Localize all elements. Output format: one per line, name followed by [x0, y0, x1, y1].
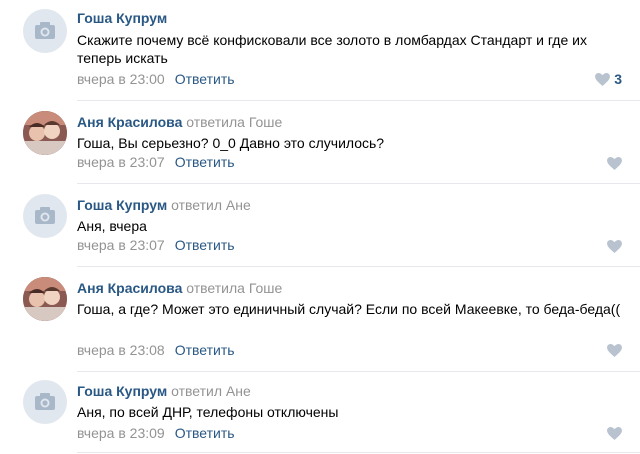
divider: [77, 371, 640, 372]
like-button[interactable]: [607, 425, 622, 441]
comment-date[interactable]: вчера в 23:07: [77, 154, 165, 170]
divider: [77, 266, 640, 267]
avatar[interactable]: [23, 277, 67, 321]
heart-icon: [607, 156, 622, 170]
comment-meta: вчера в 23:09 Ответить: [77, 425, 235, 441]
reply-to-label: ответил Ане: [171, 383, 251, 399]
comment-meta: вчера в 23:00 Ответить: [77, 71, 235, 87]
author-line: Гоша Купрум: [77, 10, 167, 26]
heart-icon: [607, 239, 622, 253]
avatar[interactable]: [23, 380, 67, 424]
like-count: 3: [614, 71, 622, 87]
author-name[interactable]: Аня Красилова: [77, 280, 182, 296]
avatar[interactable]: [23, 111, 67, 155]
heart-icon: [607, 343, 622, 357]
user-photo: [23, 277, 67, 321]
avatar[interactable]: [23, 194, 67, 238]
camera-icon: [35, 22, 55, 39]
comment-date[interactable]: вчера в 23:08: [77, 342, 165, 358]
comment-text: Гоша, Вы серьезно? 0_0 Давно это случило…: [77, 135, 385, 151]
author-line: Гоша Купрум ответил Ане: [77, 383, 251, 399]
divider: [77, 183, 640, 184]
reply-to-label: ответил Ане: [171, 197, 251, 213]
author-line: Аня Красилова ответила Гоше: [77, 114, 282, 130]
divider: [77, 452, 640, 453]
comment-meta: вчера в 23:07 Ответить: [77, 154, 235, 170]
reply-button[interactable]: Ответить: [175, 154, 235, 170]
like-button[interactable]: [607, 155, 622, 171]
reply-to-label: ответила Гоше: [186, 114, 283, 130]
camera-icon: [35, 393, 55, 410]
reply-to-label: ответила Гоше: [186, 280, 283, 296]
like-button[interactable]: 3: [595, 71, 622, 87]
avatar[interactable]: [23, 9, 67, 53]
author-line: Гоша Купрум ответил Ане: [77, 197, 251, 213]
comment-text: Гоша, а где? Может это единичный случай?…: [77, 301, 621, 317]
author-line: Аня Красилова ответила Гоше: [77, 280, 282, 296]
author-name[interactable]: Гоша Купрум: [77, 197, 167, 213]
camera-icon: [35, 207, 55, 224]
author-name[interactable]: Гоша Купрум: [77, 10, 167, 26]
comment-text: Скажите почему всё конфисковали все золо…: [77, 32, 587, 66]
divider: [77, 100, 640, 101]
comment-meta: вчера в 23:08 Ответить: [77, 342, 235, 358]
comment-meta: вчера в 23:07 Ответить: [77, 237, 235, 253]
comment-date[interactable]: вчера в 23:09: [77, 425, 165, 441]
author-name[interactable]: Аня Красилова: [77, 114, 182, 130]
reply-button[interactable]: Ответить: [175, 71, 235, 87]
reply-button[interactable]: Ответить: [175, 342, 235, 358]
comment-date[interactable]: вчера в 23:07: [77, 237, 165, 253]
heart-icon: [607, 426, 622, 440]
author-name[interactable]: Гоша Купрум: [77, 383, 167, 399]
like-button[interactable]: [607, 238, 622, 254]
reply-button[interactable]: Ответить: [175, 237, 235, 253]
heart-icon: [595, 72, 611, 86]
comment-text: Аня, вчера: [77, 218, 147, 234]
user-photo: [23, 111, 67, 155]
comment-text: Аня, по всей ДНР, телефоны отключены: [77, 404, 339, 420]
like-button[interactable]: [607, 342, 622, 358]
reply-button[interactable]: Ответить: [175, 425, 235, 441]
comment-date[interactable]: вчера в 23:00: [77, 71, 165, 87]
